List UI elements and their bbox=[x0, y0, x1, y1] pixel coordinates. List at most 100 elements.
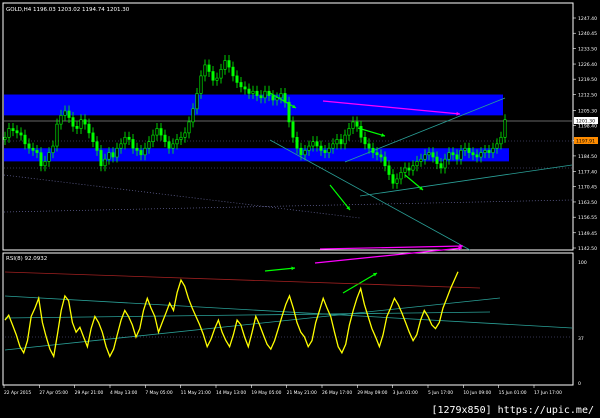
candle-body bbox=[427, 152, 431, 156]
time-tick-label: 21 May 21:00 bbox=[287, 390, 317, 396]
candle-body bbox=[67, 110, 71, 118]
time-tick-label: 7 May 05:00 bbox=[145, 390, 173, 396]
price-tick-label: 1149.45 bbox=[578, 231, 597, 237]
candle-body bbox=[139, 150, 143, 156]
candle-body bbox=[91, 132, 95, 142]
candle-body bbox=[259, 95, 263, 99]
arrow-green bbox=[264, 267, 296, 272]
time-tick-label: 19 May 05:00 bbox=[251, 390, 281, 396]
candle-body bbox=[207, 64, 211, 72]
arrow-green-head bbox=[291, 266, 295, 271]
candle-body bbox=[323, 150, 327, 153]
arrow-green bbox=[329, 184, 351, 211]
candle-body bbox=[347, 128, 351, 136]
candle-body bbox=[411, 165, 415, 171]
rsi-tick-label: 37 bbox=[578, 336, 584, 342]
candle-body bbox=[31, 147, 35, 151]
candle-body bbox=[131, 139, 135, 149]
arrow-magenta bbox=[319, 245, 464, 250]
candle-body bbox=[247, 88, 251, 94]
price-axis: 1247.40 1240.45 1233.50 1226.40 1219.50 1212.… bbox=[573, 16, 598, 252]
candle-body bbox=[231, 66, 235, 77]
candle-body bbox=[379, 154, 383, 158]
candle-body bbox=[315, 141, 319, 147]
candle-body bbox=[403, 167, 407, 173]
rsi-red-trendline bbox=[4, 271, 481, 289]
candle-body bbox=[355, 121, 359, 127]
candle-body bbox=[407, 167, 411, 171]
candle-body bbox=[391, 174, 395, 184]
candle-body bbox=[239, 82, 243, 88]
candle-body bbox=[451, 152, 455, 156]
candle-body bbox=[339, 139, 343, 145]
price-tick-label: 1247.40 bbox=[578, 16, 597, 22]
candle-body bbox=[183, 132, 187, 138]
candle-body bbox=[15, 130, 19, 134]
candle-body bbox=[499, 136, 503, 145]
rsi-line bbox=[4, 271, 459, 359]
time-tick-label: 3 Jun 01:00 bbox=[393, 390, 418, 396]
candle-body bbox=[343, 134, 347, 145]
candle-body bbox=[107, 152, 111, 160]
candle-body bbox=[115, 147, 119, 158]
time-tick-label: 5 Jun 17:00 bbox=[428, 390, 453, 396]
candle-body bbox=[59, 115, 63, 125]
candle-body bbox=[459, 150, 463, 160]
dotted-trendline bbox=[3, 174, 361, 219]
candle-body bbox=[223, 60, 227, 70]
candle-body bbox=[439, 163, 443, 169]
time-tick-label: 22 Apr 2015 bbox=[4, 390, 31, 396]
candle-body bbox=[375, 152, 379, 156]
rsi-layer: 100 37 0 bbox=[4, 260, 587, 387]
candle-body bbox=[127, 136, 131, 140]
candle-body bbox=[311, 141, 315, 147]
time-tick-label: 29 Apr 21:00 bbox=[75, 390, 104, 396]
candle-body bbox=[219, 69, 223, 79]
rsi-tick-label: 0 bbox=[578, 381, 581, 387]
candle-body bbox=[367, 143, 371, 149]
candle-body bbox=[151, 134, 155, 142]
trading-chart[interactable]: GOLD,H4 1196.03 1203.02 1194.74 1201.30 … bbox=[0, 0, 600, 418]
candle-body bbox=[75, 126, 79, 129]
price-tick-label: 1212.50 bbox=[578, 93, 597, 99]
candle-body bbox=[359, 126, 363, 138]
candle-body bbox=[263, 90, 267, 99]
rsi-window-frame bbox=[2, 252, 574, 386]
candle-body bbox=[175, 139, 179, 145]
time-tick-label: 27 Apr 05:00 bbox=[39, 390, 68, 396]
price-tick-label: 1142.50 bbox=[578, 246, 597, 252]
candle-body bbox=[435, 156, 439, 164]
candle-body bbox=[147, 141, 151, 149]
price-tick-label: 1156.55 bbox=[578, 215, 597, 221]
candle-body bbox=[103, 158, 107, 167]
candle-body bbox=[243, 86, 247, 90]
arrows-layer bbox=[264, 92, 464, 294]
candle-body bbox=[159, 128, 163, 136]
time-tick-label: 26 May 17:00 bbox=[322, 390, 352, 396]
candle-body bbox=[467, 147, 471, 153]
candle-body bbox=[447, 152, 451, 160]
candle-body bbox=[415, 161, 419, 167]
candle-body bbox=[215, 77, 219, 81]
candle-body bbox=[55, 123, 59, 147]
candle-body bbox=[71, 117, 75, 127]
candle-body bbox=[187, 121, 191, 134]
candle-body bbox=[171, 143, 175, 149]
candle-body bbox=[227, 60, 231, 68]
time-tick-label: 4 May 13:00 bbox=[110, 390, 138, 396]
rsi-tick-label: 100 bbox=[578, 260, 587, 266]
candle-body bbox=[455, 154, 459, 160]
time-tick-label: 14 May 13:00 bbox=[216, 390, 246, 396]
candle-body bbox=[371, 147, 375, 153]
candle-body bbox=[135, 147, 139, 151]
candle-body bbox=[63, 110, 67, 116]
candle-body bbox=[211, 71, 215, 81]
candle-body bbox=[79, 119, 83, 129]
candle-body bbox=[351, 121, 355, 129]
candle-body bbox=[331, 143, 335, 149]
candle-body bbox=[291, 121, 295, 138]
candle-body bbox=[395, 178, 399, 184]
candle-body bbox=[303, 150, 307, 156]
candle-body bbox=[443, 158, 447, 169]
candle-body bbox=[287, 101, 291, 123]
